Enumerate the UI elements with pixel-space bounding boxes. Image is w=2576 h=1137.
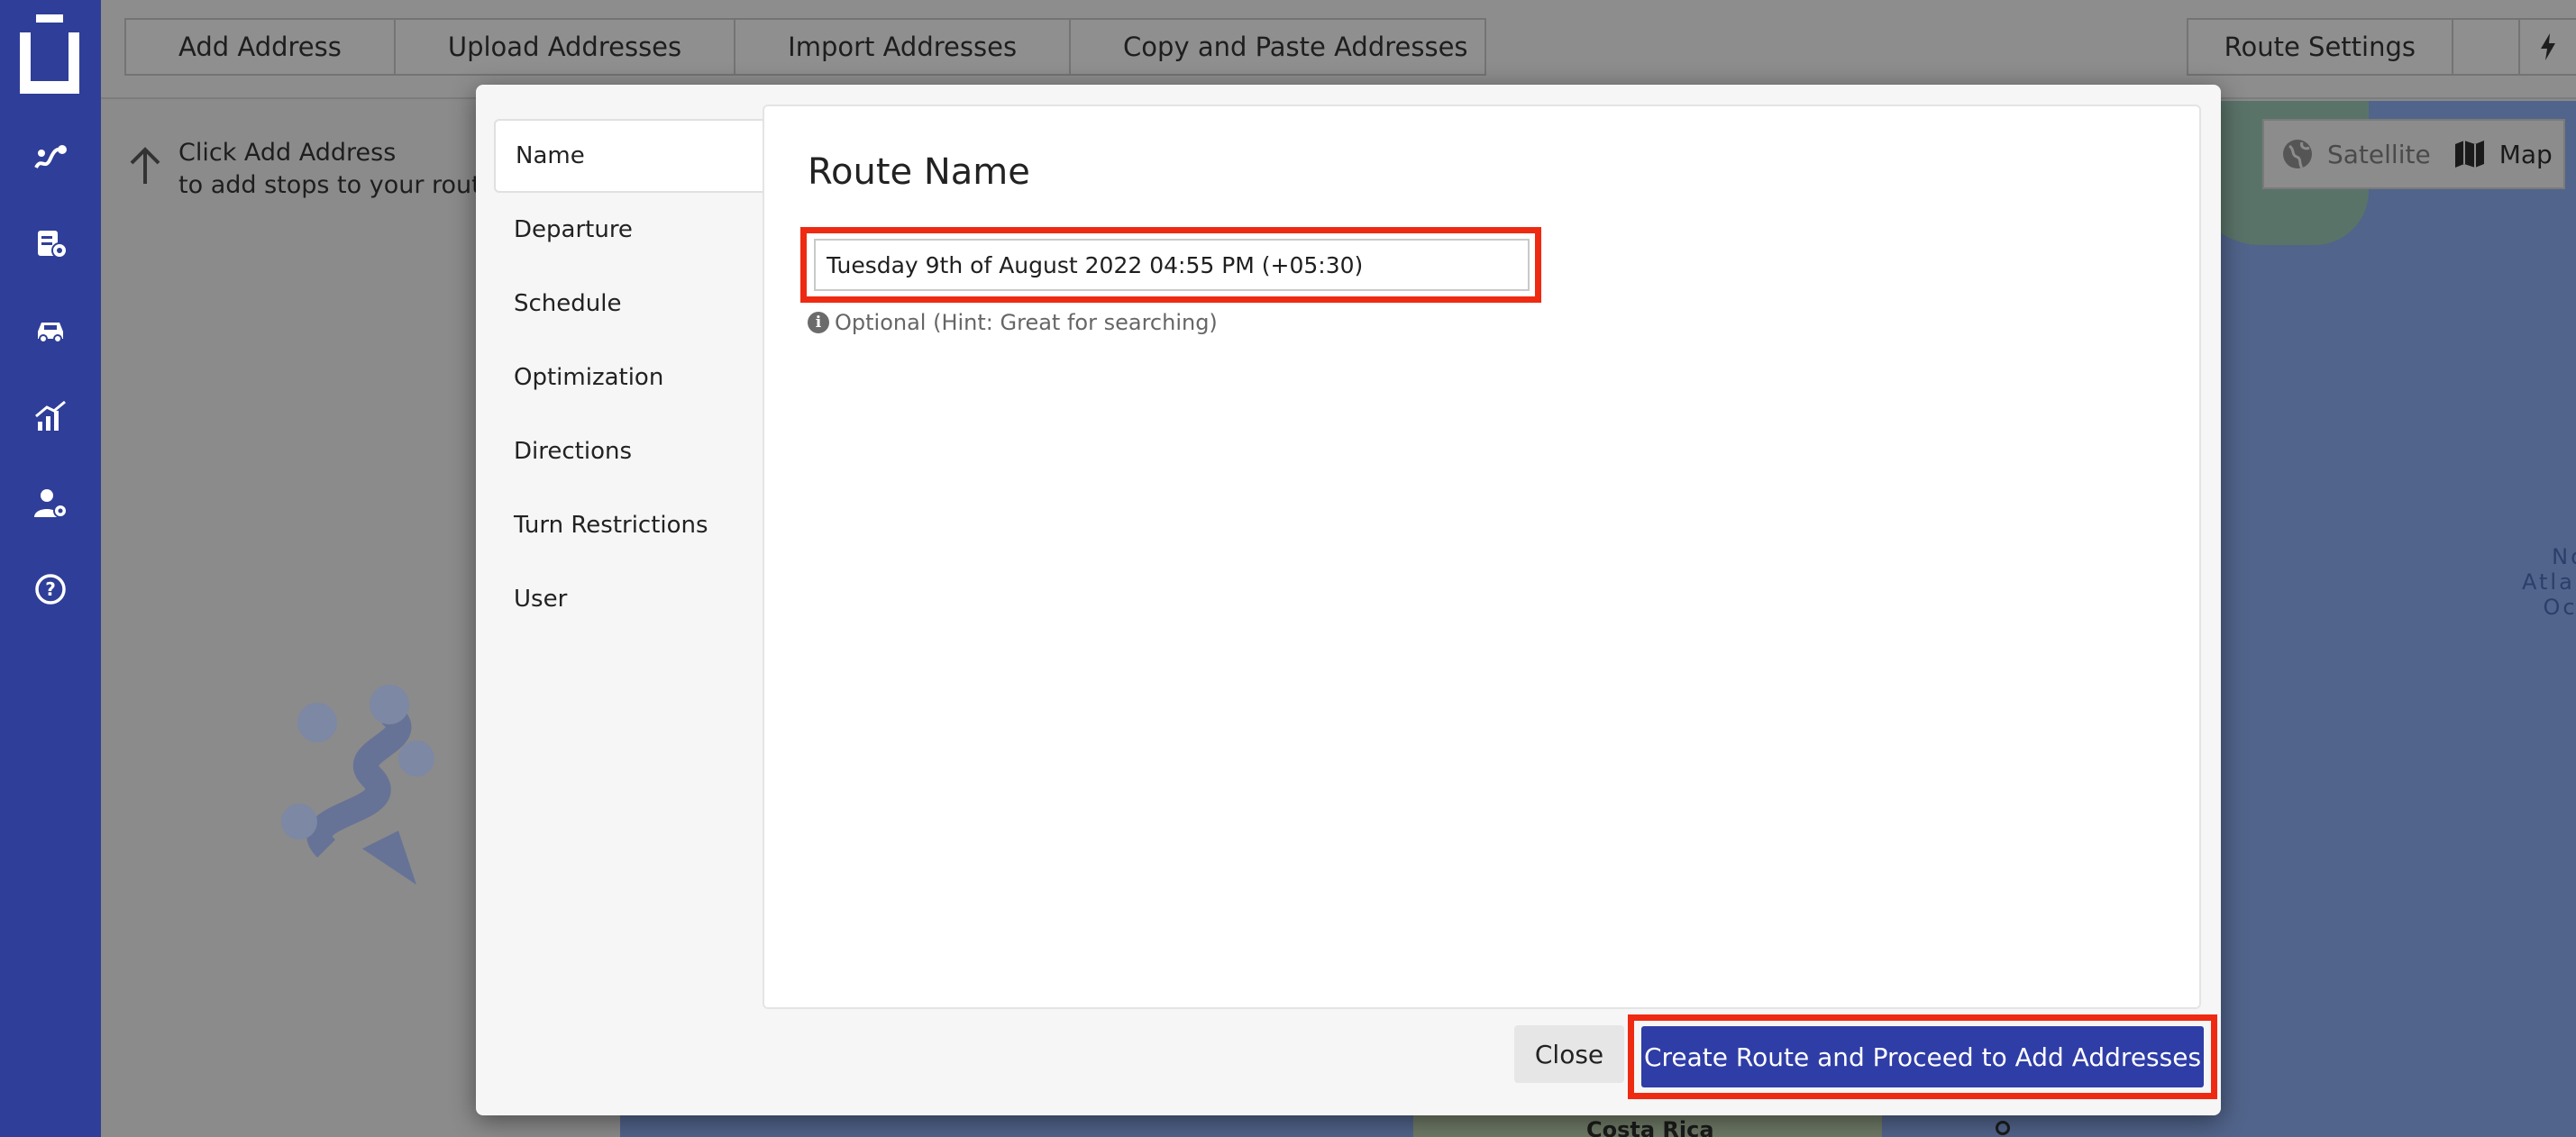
routes-icon[interactable] (27, 135, 74, 182)
map-type-toggle: Satellite Map (2262, 119, 2565, 189)
close-button[interactable]: Close (1514, 1025, 1624, 1083)
arrow-up-icon (130, 147, 160, 184)
route-settings-group: Route Settings (2186, 18, 2576, 76)
analytics-icon[interactable] (27, 393, 74, 440)
map-view-toggle[interactable]: Map (2447, 121, 2569, 187)
tab-user[interactable]: User (494, 562, 764, 636)
info-icon: i (808, 312, 829, 333)
import-addresses-button[interactable]: Import Addresses (735, 20, 1072, 74)
tab-schedule[interactable]: Schedule (494, 267, 764, 341)
upload-addresses-button[interactable]: Upload Addresses (396, 20, 736, 74)
route-illustration-icon (281, 685, 434, 885)
dispatch-icon[interactable] (27, 306, 74, 353)
left-sidebar: ? (0, 0, 101, 1137)
logo-icon[interactable] (20, 14, 79, 94)
help-icon[interactable]: ? (27, 566, 74, 613)
route-settings-tabs: Name Departure Schedule Optimization Dir… (494, 119, 782, 636)
toolbar-spacer (2453, 20, 2520, 74)
route-name-heading: Route Name (808, 151, 1030, 193)
help-text: Optional (Hint: Great for searching) (835, 310, 1218, 335)
map-place-label: Costa Rica (1586, 1117, 1714, 1137)
tab-name[interactable]: Name (494, 119, 782, 193)
quick-actions-button[interactable] (2520, 20, 2576, 74)
map-location-marker (1996, 1121, 2010, 1135)
route-name-highlight (800, 227, 1541, 303)
satellite-toggle[interactable]: Satellite (2264, 121, 2447, 187)
svg-text:?: ? (45, 578, 56, 600)
globe-icon (2283, 140, 2312, 169)
tab-content-panel: Route Name i Optional (Hint: Great for s… (763, 105, 2201, 1009)
add-address-button[interactable]: Add Address (126, 20, 396, 74)
route-name-input[interactable] (814, 239, 1530, 291)
empty-route-hint: Click Add Address to add stops to your r… (124, 137, 504, 202)
hint-line-2: to add stops to your route. (178, 171, 504, 199)
map-icon (2454, 141, 2484, 168)
tab-departure[interactable]: Departure (494, 193, 764, 267)
user-settings-icon[interactable] (27, 479, 74, 526)
map-ocean-label: North Atlantic Ocean (2522, 544, 2576, 620)
create-route-modal: Name Departure Schedule Optimization Dir… (476, 85, 2221, 1115)
bolt-icon (2541, 33, 2555, 60)
route-settings-button[interactable]: Route Settings (2188, 20, 2453, 74)
tab-directions[interactable]: Directions (494, 414, 764, 488)
tab-turn-restrictions[interactable]: Turn Restrictions (494, 488, 764, 562)
route-name-help: i Optional (Hint: Great for searching) (808, 310, 1218, 335)
orders-icon[interactable] (27, 220, 74, 267)
hint-line-1: Click Add Address (178, 139, 397, 167)
create-route-button[interactable]: Create Route and Proceed to Add Addresse… (1641, 1026, 2204, 1087)
tab-optimization[interactable]: Optimization (494, 341, 764, 414)
create-route-highlight: Create Route and Proceed to Add Addresse… (1628, 1014, 2217, 1099)
address-actions-group: Add Address Upload Addresses Import Addr… (124, 18, 1486, 76)
copy-paste-addresses-button[interactable]: Copy and Paste Addresses (1071, 20, 1484, 74)
